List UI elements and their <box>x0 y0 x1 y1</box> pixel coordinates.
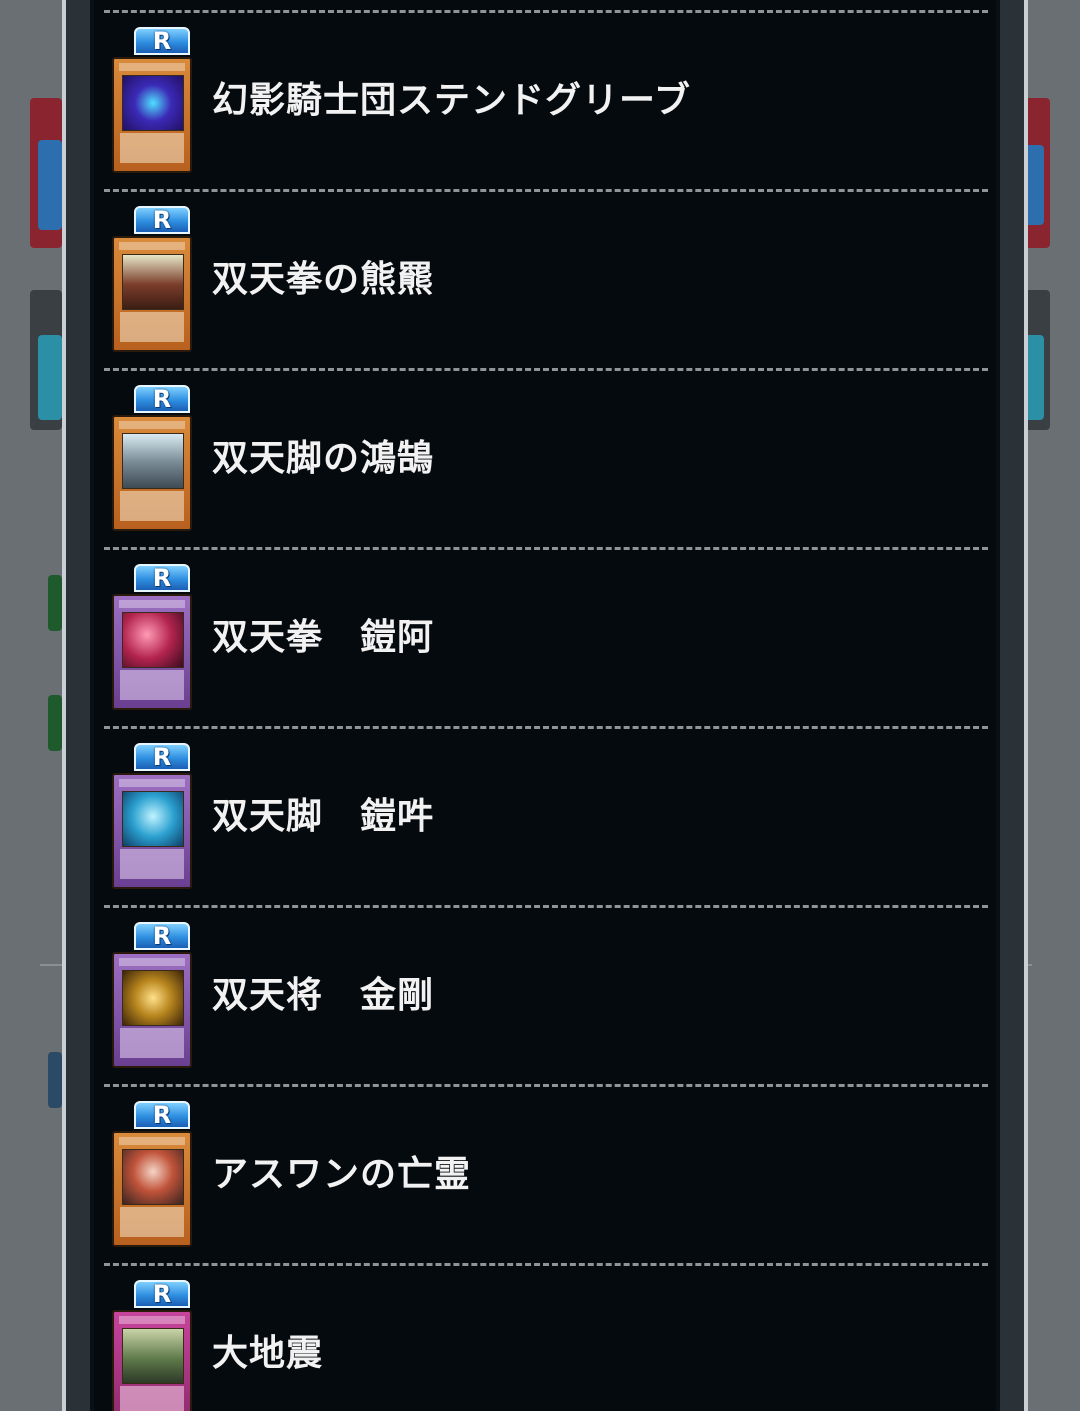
card-name: 双天脚の鴻鵠 <box>212 438 435 479</box>
rarity-badge: R <box>134 1101 190 1129</box>
card-name: 双天脚 鎧吽 <box>212 796 435 837</box>
card-artwork <box>122 970 184 1026</box>
rarity-badge: R <box>134 27 190 55</box>
card-name-strip <box>119 1316 185 1324</box>
screen: R 幻影騎士団ステンドグリーブ R 双天拳の熊羆 R 双天脚の鴻鵠 R 双天拳 鎧阿 R 双天脚 … <box>0 0 1080 1411</box>
card-image <box>112 594 192 710</box>
card-list-dialog: R 幻影騎士団ステンドグリーブ R 双天拳の熊羆 R 双天脚の鴻鵠 R 双天拳 鎧阿 R 双天脚 … <box>62 0 1028 1411</box>
card-text-box <box>120 1207 184 1237</box>
background-tile <box>48 695 62 751</box>
card-thumbnail[interactable]: R <box>112 743 194 893</box>
card-list-item[interactable]: R 双天拳 鎧阿 <box>104 547 988 726</box>
background-divider <box>40 964 62 966</box>
card-name-strip <box>119 421 185 429</box>
card-list-item[interactable]: R 幻影騎士団ステンドグリーブ <box>104 10 988 189</box>
card-list-item[interactable]: R 双天脚 鎧吽 <box>104 726 988 905</box>
card-text-box <box>120 133 184 163</box>
card-image <box>112 236 192 352</box>
card-name-strip <box>119 1137 185 1145</box>
background-tile <box>38 335 62 420</box>
card-name-strip <box>119 63 185 71</box>
card-name-strip <box>119 242 185 250</box>
card-name: 幻影騎士団ステンドグリーブ <box>212 80 691 121</box>
card-thumbnail[interactable]: R <box>112 385 194 535</box>
card-name: 双天拳の熊羆 <box>212 259 435 300</box>
rarity-badge: R <box>134 206 190 234</box>
card-thumbnail[interactable]: R <box>112 1101 194 1251</box>
card-text-box <box>120 1028 184 1058</box>
card-image <box>112 415 192 531</box>
rarity-badge: R <box>134 743 190 771</box>
card-name-strip <box>119 779 185 787</box>
card-thumbnail[interactable]: R <box>112 27 194 177</box>
background-tile <box>48 1052 62 1108</box>
card-list-item[interactable]: R 大地震 <box>104 1263 988 1411</box>
card-list-item[interactable]: R 双天脚の鴻鵠 <box>104 368 988 547</box>
card-image <box>112 1310 192 1411</box>
card-image <box>112 1131 192 1247</box>
card-artwork <box>122 612 184 668</box>
card-list-item[interactable]: R 双天拳の熊羆 <box>104 189 988 368</box>
card-text-box <box>120 312 184 342</box>
card-text-box <box>120 849 184 879</box>
rarity-badge: R <box>134 1280 190 1308</box>
rarity-badge: R <box>134 385 190 413</box>
card-image <box>112 773 192 889</box>
card-thumbnail[interactable]: R <box>112 922 194 1072</box>
card-artwork <box>122 75 184 131</box>
card-image <box>112 57 192 173</box>
card-name: アスワンの亡霊 <box>212 1154 472 1195</box>
card-thumbnail[interactable]: R <box>112 1280 194 1411</box>
card-artwork <box>122 1328 184 1384</box>
rarity-badge: R <box>134 922 190 950</box>
card-text-box <box>120 491 184 521</box>
card-name: 双天将 金剛 <box>212 975 435 1016</box>
rarity-badge: R <box>134 564 190 592</box>
background-tile <box>48 575 62 631</box>
card-list-item[interactable]: R アスワンの亡霊 <box>104 1084 988 1263</box>
background-tile <box>38 140 62 230</box>
card-artwork <box>122 254 184 310</box>
card-list-panel: R 幻影騎士団ステンドグリーブ R 双天拳の熊羆 R 双天脚の鴻鵠 R 双天拳 鎧阿 R 双天脚 … <box>94 0 996 1411</box>
card-name: 大地震 <box>212 1333 324 1374</box>
card-name-strip <box>119 958 185 966</box>
card-name: 双天拳 鎧阿 <box>212 617 435 658</box>
card-text-box <box>120 1386 184 1411</box>
card-artwork <box>122 1149 184 1205</box>
card-artwork <box>122 433 184 489</box>
card-list-item[interactable]: R 双天将 金剛 <box>104 905 988 1084</box>
card-thumbnail[interactable]: R <box>112 206 194 356</box>
card-list[interactable]: R 幻影騎士団ステンドグリーブ R 双天拳の熊羆 R 双天脚の鴻鵠 R 双天拳 鎧阿 R 双天脚 … <box>104 10 988 1411</box>
card-image <box>112 952 192 1068</box>
card-artwork <box>122 791 184 847</box>
card-thumbnail[interactable]: R <box>112 564 194 714</box>
card-text-box <box>120 670 184 700</box>
card-name-strip <box>119 600 185 608</box>
